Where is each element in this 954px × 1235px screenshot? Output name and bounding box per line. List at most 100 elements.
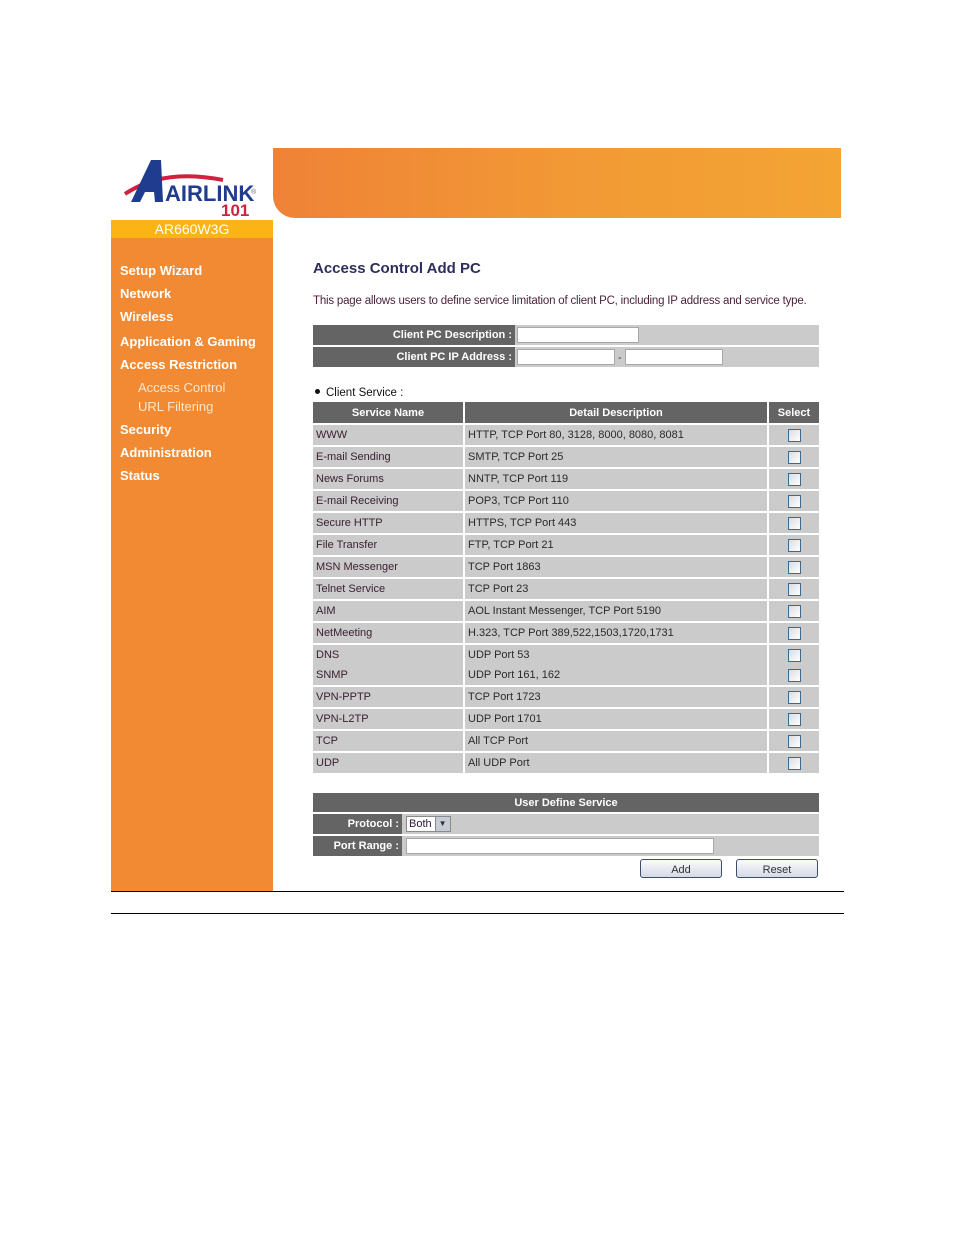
service-detail-cell: UDP Port 161, 162 (464, 665, 769, 686)
select-cell (768, 751, 819, 773)
model-name: AR660W3G (111, 220, 273, 238)
select-cell (768, 577, 819, 600)
protocol-select[interactable]: Both ▼ (406, 815, 451, 832)
table-row: VPN-L2TP UDP Port 1701 (313, 707, 819, 730)
service-detail-cell: All UDP Port (464, 751, 769, 773)
sidebar-item-security[interactable]: Security (111, 421, 273, 444)
client-pc-description-input[interactable] (517, 326, 639, 343)
table-row: Secure HTTP HTTPS, TCP Port 443 (313, 511, 819, 534)
select-cell (768, 707, 819, 730)
service-name-cell: VPN-L2TP (313, 707, 465, 730)
select-checkbox-snmp[interactable] (787, 668, 801, 682)
airlink-logo: AIRLINK 101 ® (123, 160, 257, 216)
client-pc-ip-label: Client PC IP Address : (313, 346, 515, 369)
bullet-icon (315, 389, 320, 395)
port-range-row: Port Range : (313, 835, 819, 858)
add-button[interactable]: Add (640, 859, 722, 878)
protocol-label: Protocol : (313, 813, 402, 836)
select-checkbox-aim[interactable] (787, 604, 801, 618)
select-checkbox-www[interactable] (787, 428, 801, 442)
sidebar-item-network[interactable]: Network (111, 285, 273, 308)
user-define-service-title: User Define Service (313, 793, 819, 814)
sidebar-subitem-access-control[interactable]: Access Control (111, 380, 273, 399)
ip-end-input[interactable] (624, 348, 723, 365)
client-pc-description-row: Client PC Description : (313, 325, 819, 347)
table-row: UDP All UDP Port (313, 751, 819, 773)
reset-button[interactable]: Reset (736, 859, 818, 878)
table-row: SNMP UDP Port 161, 162 (313, 665, 819, 686)
sidebar-item-application-gaming[interactable]: Application & Gaming (111, 333, 273, 356)
chevron-down-icon[interactable]: ▼ (434, 816, 450, 831)
service-name-cell: AIM (313, 599, 465, 622)
select-checkbox-news-forums[interactable] (787, 472, 801, 486)
table-row: TCP All TCP Port (313, 729, 819, 752)
client-pc-description-cell (515, 325, 819, 347)
logo-area: AIRLINK 101 ® (111, 148, 273, 220)
service-name-cell: Telnet Service (313, 577, 465, 600)
select-checkbox-dns[interactable] (787, 648, 801, 662)
select-checkbox-telnet-service[interactable] (787, 582, 801, 596)
table-row: WWW HTTP, TCP Port 80, 3128, 8000, 8080, … (313, 423, 819, 446)
column-header-select: Select (768, 402, 819, 424)
select-cell (768, 643, 819, 665)
service-name-cell: Secure HTTP (313, 511, 465, 534)
sidebar-item-wireless[interactable]: Wireless (111, 308, 273, 333)
table-row: DNS UDP Port 53 (313, 643, 819, 665)
select-cell (768, 665, 819, 686)
select-cell (768, 729, 819, 752)
client-service-table: Service Name Detail Description Select W… (313, 402, 819, 773)
select-checkbox-msn-messenger[interactable] (787, 560, 801, 574)
service-name-cell: WWW (313, 423, 465, 446)
service-name-cell: SNMP (313, 665, 465, 686)
port-range-input[interactable] (406, 837, 714, 854)
service-detail-cell: TCP Port 23 (464, 577, 769, 600)
select-checkbox-vpn-l2tp[interactable] (787, 712, 801, 726)
select-checkbox-secure-http[interactable] (787, 516, 801, 530)
sidebar-item-administration[interactable]: Administration (111, 444, 273, 467)
port-range-cell (402, 835, 819, 858)
service-name-cell: E-mail Sending (313, 445, 465, 468)
sidebar-item-setup-wizard[interactable]: Setup Wizard (111, 262, 273, 285)
table-row: E-mail Sending SMTP, TCP Port 25 (313, 445, 819, 468)
user-define-service-table: User Define Service Protocol : Both ▼ Por… (313, 793, 819, 858)
service-detail-cell: AOL Instant Messenger, TCP Port 5190 (464, 599, 769, 622)
divider-line (111, 913, 844, 914)
select-cell (768, 685, 819, 708)
ip-separator: - (618, 352, 622, 364)
sidebar-item-status[interactable]: Status (111, 467, 273, 490)
select-checkbox-vpn-pptp[interactable] (787, 690, 801, 704)
client-pc-description-label: Client PC Description : (313, 325, 515, 347)
table-row: News Forums NNTP, TCP Port 119 (313, 467, 819, 490)
select-cell (768, 423, 819, 446)
select-checkbox-netmeeting[interactable] (787, 626, 801, 640)
table-header-row: Service Name Detail Description Select (313, 402, 819, 424)
svg-text:101: 101 (221, 201, 249, 216)
table-row: AIM AOL Instant Messenger, TCP Port 5190 (313, 599, 819, 622)
service-detail-cell: UDP Port 1701 (464, 707, 769, 730)
select-checkbox-e-mail-sending[interactable] (787, 450, 801, 464)
table-row: E-mail Receiving POP3, TCP Port 110 (313, 489, 819, 512)
ip-start-input[interactable] (517, 348, 615, 365)
select-cell (768, 467, 819, 490)
select-checkbox-tcp[interactable] (787, 734, 801, 748)
sidebar-subitem-url-filtering[interactable]: URL Filtering (111, 399, 273, 421)
service-detail-cell: POP3, TCP Port 110 (464, 489, 769, 512)
select-checkbox-file-transfer[interactable] (787, 538, 801, 552)
select-cell (768, 555, 819, 578)
service-name-cell: TCP (313, 729, 465, 752)
select-cell (768, 533, 819, 556)
service-name-cell: MSN Messenger (313, 555, 465, 578)
divider-line (111, 891, 844, 892)
service-detail-cell: H.323, TCP Port 389,522,1503,1720,1731 (464, 621, 769, 644)
service-detail-cell: TCP Port 1723 (464, 685, 769, 708)
sidebar-nav: Setup Wizard Network Wireless Applicatio… (111, 262, 273, 490)
table-row: File Transfer FTP, TCP Port 21 (313, 533, 819, 556)
select-cell (768, 445, 819, 468)
select-cell (768, 621, 819, 644)
sidebar-item-access-restriction[interactable]: Access Restriction (111, 356, 273, 380)
client-service-label: Client Service : (315, 387, 403, 399)
select-cell (768, 489, 819, 512)
select-checkbox-e-mail-receiving[interactable] (787, 494, 801, 508)
protocol-row: Protocol : Both ▼ (313, 813, 819, 836)
select-checkbox-udp[interactable] (787, 756, 801, 770)
